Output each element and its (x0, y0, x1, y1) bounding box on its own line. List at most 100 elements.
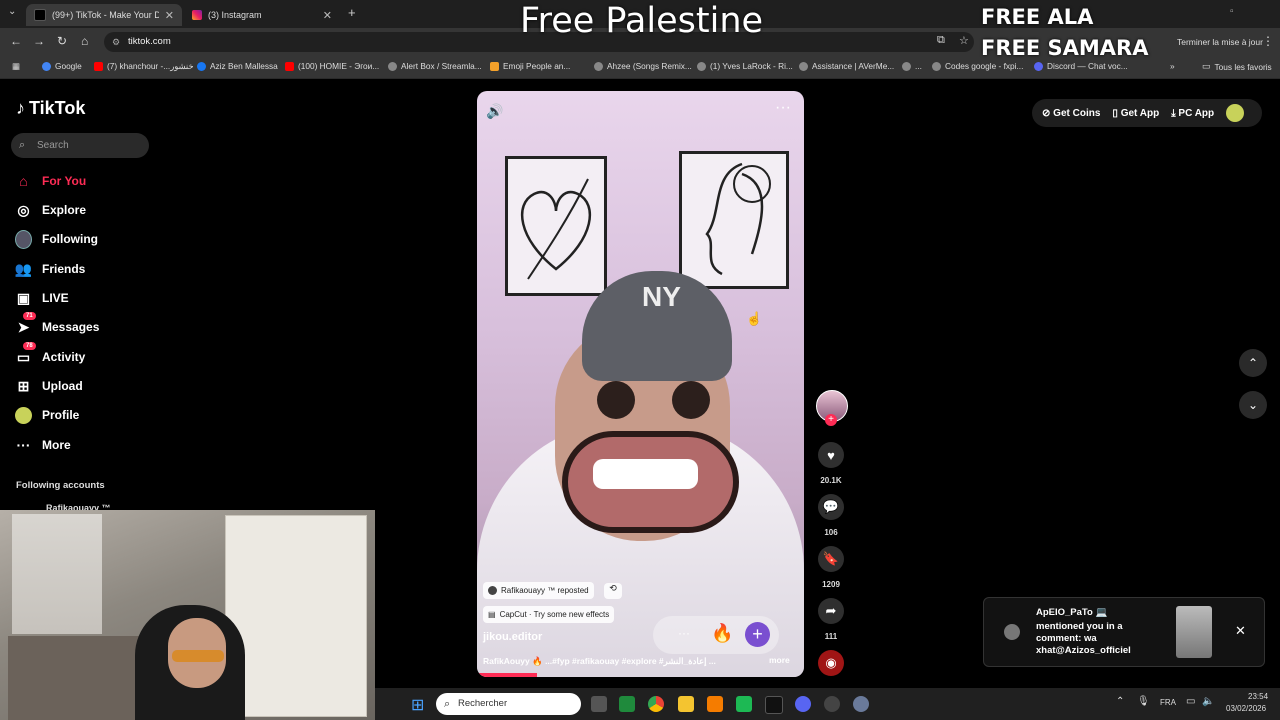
clock-date[interactable]: 03/02/2026 (1226, 704, 1266, 713)
new-tab-plus-icon[interactable]: + (348, 5, 356, 20)
sidebar-item-profile[interactable]: Profile (15, 405, 79, 425)
get-app-button[interactable]: ▯ Get App (1112, 108, 1159, 119)
bookmark-codes-google[interactable]: Codes google - fxpi... (932, 61, 1023, 71)
bookmark-discord[interactable]: Discord — Chat voc... (1034, 61, 1128, 71)
volume-icon[interactable]: 🔊 (486, 103, 503, 120)
bookmark-facebook[interactable]: Aziz Ben Mallessa (197, 61, 278, 71)
video-author[interactable]: jikou.editor (483, 631, 542, 643)
settings-gear-icon[interactable] (853, 696, 869, 712)
sidebar-item-for-you[interactable]: ⌂ For You (15, 171, 86, 191)
next-video-chevron-down-icon[interactable]: ⌄ (1239, 391, 1267, 419)
app-green-icon[interactable] (619, 696, 635, 712)
music-disc-icon[interactable]: ◉ (818, 650, 844, 676)
video-player[interactable]: NY 🔊 ··· Rafikaouayy ™ reposted ⟲ ▤ CapC… (477, 91, 804, 677)
user-avatar[interactable] (1226, 104, 1245, 122)
microphone-icon[interactable]: 🎙 (1137, 696, 1150, 707)
taskbar-search-input[interactable]: ⌕ Rechercher (436, 693, 581, 715)
bookmark-youtube-khanchour[interactable]: (7) khanchour -...خنشور (94, 61, 194, 71)
tiktok-logo[interactable]: ♪ TikTok (16, 98, 85, 119)
home-icon[interactable]: ⌂ (81, 34, 88, 48)
gift-plus-icon[interactable]: + (745, 622, 770, 647)
bookmark-ahzee[interactable]: Ahzee (Songs Remix... (594, 61, 692, 71)
forward-arrow-icon[interactable]: → (33, 34, 45, 48)
close-icon[interactable]: ✕ (323, 9, 332, 22)
bookmark-youtube-homie[interactable]: (100) HOMIE - Эгои... (285, 61, 379, 71)
bookmark-avermedia[interactable]: Assistance | AVerMe... (799, 61, 894, 71)
bookmark-icon[interactable]: 🔖 (818, 546, 844, 572)
task-view-icon[interactable] (591, 696, 607, 712)
minimize-icon[interactable]: ▫ (1230, 6, 1234, 17)
update-button[interactable]: Terminer la mise à jour (1177, 37, 1263, 47)
language-indicator[interactable]: FRA (1160, 698, 1176, 707)
site-info-icon[interactable]: ⚙ (112, 32, 120, 52)
app-orange-icon[interactable] (707, 696, 723, 712)
network-icon[interactable]: ▭ (1186, 696, 1195, 707)
install-app-icon[interactable]: ⧉ (937, 34, 945, 47)
discord-icon[interactable] (795, 696, 811, 712)
video-more-options-icon[interactable]: ··· (775, 99, 791, 117)
chrome-icon[interactable] (648, 696, 664, 712)
get-coins-button[interactable]: ⊘ Get Coins (1042, 108, 1100, 119)
bookmark-google[interactable]: Google (42, 61, 82, 71)
bookmark-star-icon[interactable]: ☆ (959, 34, 969, 47)
file-explorer-icon[interactable] (678, 696, 694, 712)
all-bookmarks-folder[interactable]: ▭ Tous les favoris (1202, 61, 1272, 72)
fire-icon[interactable]: 🔥 (711, 623, 733, 644)
bookmark-yves[interactable]: (1) Yves LaRock - Ri... (697, 61, 793, 71)
mention-notification[interactable]: ApEIO_PaTo 💻 mentioned you in a comment:… (983, 597, 1265, 667)
sidebar-item-explore[interactable]: ◎ Explore (15, 200, 86, 220)
search-input[interactable]: ⌕ Search (11, 133, 149, 158)
bookmark-label: Ahzee (Songs Remix... (607, 61, 692, 71)
gift-bar[interactable]: ··· 🔥 + (653, 616, 779, 654)
sidebar-item-live[interactable]: ▣ LIVE (15, 288, 69, 308)
effect-chip[interactable]: ▤ CapCut · Try some new effects (483, 606, 615, 623)
like-heart-icon[interactable]: ♥ (818, 442, 844, 468)
sidebar-item-more[interactable]: ··· More (15, 435, 71, 455)
bookmark-streamlabs[interactable]: Alert Box / Streamla... (388, 61, 482, 71)
sidebar-item-following[interactable]: Following (15, 229, 98, 249)
repost-chip[interactable]: Rafikaouayy ™ reposted (483, 582, 594, 599)
sidebar-item-friends[interactable]: 👥 Friends (15, 259, 86, 279)
windows-start-icon[interactable]: ⊞ (411, 695, 424, 715)
app-gauge-icon[interactable] (824, 696, 840, 712)
repost-icon[interactable]: ⟲ (604, 583, 622, 599)
caption-more-link[interactable]: more (769, 655, 790, 665)
search-icon: ⌕ (19, 139, 26, 151)
reload-icon[interactable]: ↻ (57, 34, 67, 48)
tab-list-chevron-icon[interactable]: ⌄ (8, 6, 16, 17)
comment-icon[interactable]: 💬 (818, 494, 844, 520)
tab-title: (3) Instagram (208, 10, 262, 20)
volume-icon[interactable]: 🔈 (1202, 696, 1214, 707)
clock-time[interactable]: 23:54 (1248, 692, 1268, 701)
more-dots-icon: ··· (16, 437, 31, 453)
more-bookmarks-icon[interactable]: » (1170, 61, 1175, 71)
get-coins-label: Get Coins (1053, 107, 1101, 119)
bookmark-unnamed[interactable]: ... (902, 61, 922, 71)
bookmark-label: (100) HOMIE - Эгои... (298, 61, 380, 71)
tab-instagram[interactable]: (3) Instagram ✕ (184, 4, 340, 26)
sidebar-item-activity[interactable]: ▭ 78 Activity (15, 341, 85, 367)
share-count: 111 (824, 632, 838, 641)
app-dark-icon[interactable] (765, 696, 783, 714)
close-icon[interactable]: ✕ (165, 9, 174, 22)
sidebar-item-upload[interactable]: ⊞ Upload (15, 376, 83, 396)
sidebar-item-label: More (42, 438, 71, 452)
url-text: tiktok.com (128, 36, 171, 47)
back-arrow-icon[interactable]: ← (10, 34, 22, 48)
apps-grid-icon[interactable]: ▦ (12, 61, 20, 71)
share-arrow-icon[interactable]: ➦ (818, 598, 844, 624)
bookmark-emoji[interactable]: Emoji People an... (490, 61, 570, 71)
sidebar-item-messages[interactable]: ➤ 71 Messages (15, 311, 99, 337)
tray-chevron-up-icon[interactable]: ⌃ (1116, 696, 1124, 707)
follow-plus-icon[interactable]: + (825, 414, 837, 426)
youtube-icon (285, 61, 294, 71)
tab-tiktok[interactable]: (99+) TikTok - Make Your D... ✕ (26, 4, 182, 26)
capcut-icon: ▤ (488, 610, 496, 619)
video-progress-bar[interactable] (477, 673, 537, 677)
app-green2-icon[interactable] (736, 696, 752, 712)
pc-app-button[interactable]: ⤓ PC App (1171, 108, 1214, 119)
previous-video-chevron-up-icon[interactable]: ⌃ (1239, 349, 1267, 377)
youtube-icon (94, 61, 103, 71)
close-icon[interactable]: ✕ (1235, 623, 1246, 639)
browser-menu-icon[interactable]: ⋮ (1262, 34, 1274, 48)
